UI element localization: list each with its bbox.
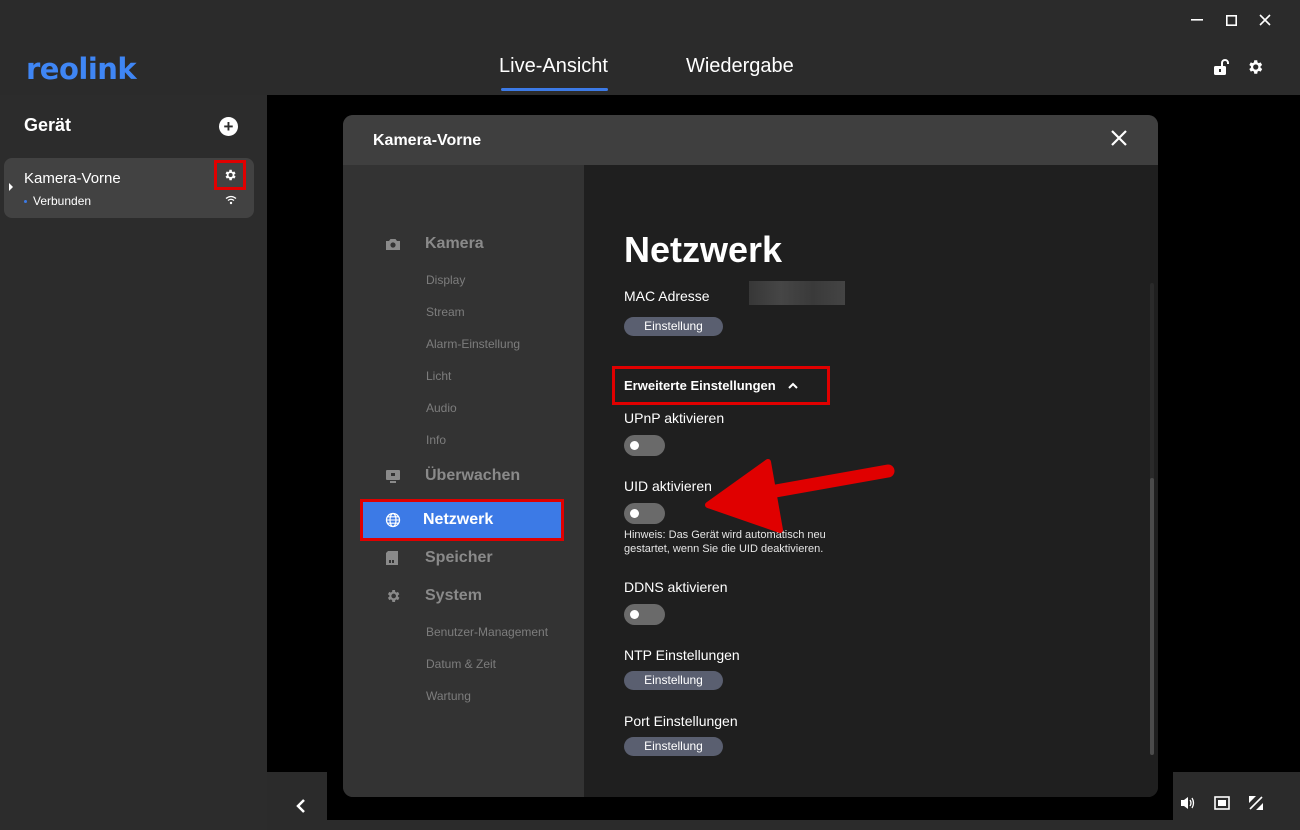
nav-item-maintenance[interactable]: Wartung <box>426 689 471 703</box>
upnp-label: UPnP aktivieren <box>624 410 725 426</box>
nav-speicher-label: Speicher <box>425 549 493 566</box>
scrollbar[interactable] <box>1150 283 1154 755</box>
nav-system-label: System <box>425 587 482 604</box>
expand-caret-icon[interactable] <box>9 183 13 191</box>
device-name: Kamera-Vorne <box>24 170 121 187</box>
toggle-knob <box>630 610 639 619</box>
nav-netzwerk[interactable]: Netzwerk <box>360 499 564 541</box>
nav-system[interactable]: System <box>385 587 482 605</box>
reolink-logo: reolink <box>26 52 137 86</box>
settings-nav: Kamera Display Stream Alarm-Einstellung … <box>343 165 584 797</box>
ntp-label: NTP Einstellungen <box>624 647 740 663</box>
tab-live-view[interactable]: Live-Ansicht <box>499 55 608 91</box>
minimize-icon[interactable] <box>1190 10 1204 30</box>
ddns-label: DDNS aktivieren <box>624 579 728 595</box>
monitor-icon <box>386 470 400 483</box>
nav-item-user-management[interactable]: Benutzer-Management <box>426 625 548 639</box>
nav-item-stream[interactable]: Stream <box>426 305 465 319</box>
annotation-arrow-icon <box>705 459 895 533</box>
dialog-header: Kamera-Vorne <box>343 115 1158 165</box>
volume-icon[interactable] <box>1180 795 1196 811</box>
toggle-knob <box>630 509 639 518</box>
nav-item-alarm[interactable]: Alarm-Einstellung <box>426 337 520 351</box>
nav-kamera[interactable]: Kamera <box>385 235 484 253</box>
mac-address-label: MAC Adresse <box>624 288 710 304</box>
device-settings-button[interactable] <box>214 160 246 190</box>
sidebar-title: Gerät <box>24 115 72 135</box>
nav-ueberwachen-label: Überwachen <box>425 467 521 484</box>
top-nav: Live-Ansicht Wiedergabe <box>499 55 794 91</box>
wifi-icon <box>225 195 237 205</box>
storage-icon <box>386 551 398 565</box>
chevron-up-icon <box>787 382 798 389</box>
nav-item-licht[interactable]: Licht <box>426 369 451 383</box>
tab-playback[interactable]: Wiedergabe <box>686 55 794 86</box>
upnp-toggle[interactable] <box>624 435 665 456</box>
close-icon[interactable] <box>1110 129 1128 147</box>
header-icons <box>1212 58 1264 76</box>
globe-icon <box>385 512 401 528</box>
nav-item-info[interactable]: Info <box>426 433 446 447</box>
window-controls <box>1190 10 1272 30</box>
app-window: reolink Live-Ansicht Wiedergabe Gerät + … <box>0 0 1300 830</box>
nav-speicher[interactable]: Speicher <box>385 549 493 567</box>
gear-icon <box>387 590 400 602</box>
gear-icon <box>225 169 236 181</box>
camera-icon <box>386 239 400 250</box>
device-status: Verbunden <box>24 194 91 208</box>
unlock-icon[interactable] <box>1212 58 1230 76</box>
device-card[interactable]: Kamera-Vorne Verbunden <box>4 158 254 218</box>
device-status-label: Verbunden <box>33 194 92 208</box>
maximize-icon[interactable] <box>1224 10 1238 30</box>
ddns-toggle[interactable] <box>624 604 665 625</box>
device-sidebar: Gerät + Kamera-Vorne Verbunden <box>0 95 267 830</box>
toggle-knob <box>630 441 639 450</box>
close-icon[interactable] <box>1258 10 1272 30</box>
add-device-button[interactable]: + <box>219 117 238 136</box>
ntp-setting-button[interactable]: Einstellung <box>624 671 723 690</box>
nav-netzwerk-label: Netzwerk <box>423 511 494 528</box>
nav-item-display[interactable]: Display <box>426 273 465 287</box>
port-setting-button[interactable]: Einstellung <box>624 737 723 756</box>
network-setting-button[interactable]: Einstellung <box>624 317 723 336</box>
uid-toggle[interactable] <box>624 503 665 524</box>
page-title: Netzwerk <box>624 229 783 270</box>
nav-ueberwachen[interactable]: Überwachen <box>385 467 520 485</box>
advanced-settings-label: Erweiterte Einstellungen <box>624 378 776 393</box>
mac-address-value-redacted <box>749 281 845 305</box>
advanced-settings-toggle[interactable]: Erweiterte Einstellungen <box>612 366 830 405</box>
bottom-icons <box>1180 795 1264 811</box>
scrollbar-thumb[interactable] <box>1150 478 1154 755</box>
status-dot-icon <box>24 200 27 204</box>
dialog-title: Kamera-Vorne <box>373 132 482 149</box>
collapse-sidebar-icon[interactable] <box>295 794 307 820</box>
fullscreen-icon[interactable] <box>1248 795 1264 811</box>
gear-icon[interactable] <box>1246 58 1264 76</box>
screen-layout-icon[interactable] <box>1214 795 1230 811</box>
nav-item-audio[interactable]: Audio <box>426 401 457 415</box>
nav-item-date-time[interactable]: Datum & Zeit <box>426 657 496 671</box>
port-label: Port Einstellungen <box>624 713 738 729</box>
nav-kamera-label: Kamera <box>425 235 484 252</box>
